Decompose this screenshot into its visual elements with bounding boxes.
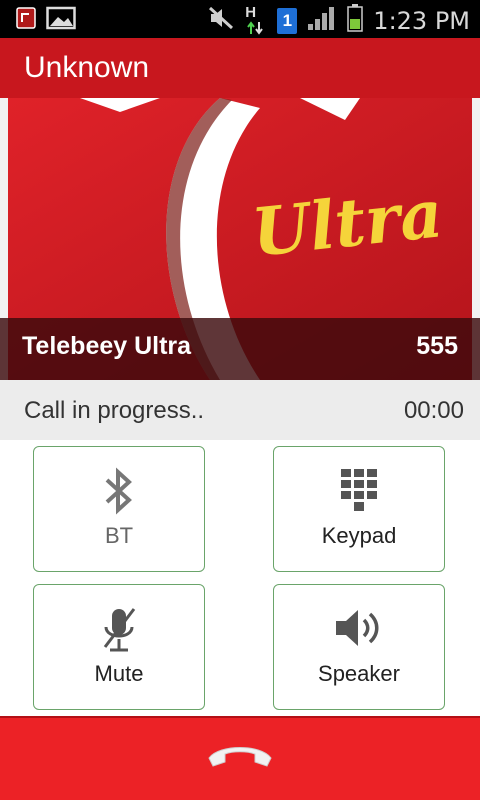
contact-name: Telebeey Ultra [22,332,192,360]
bluetooth-icon [103,467,135,519]
end-call-button[interactable] [0,716,480,800]
signal-icon [307,5,337,36]
call-status-text: Call in progress.. [24,397,205,424]
keypad-label: Keypad [321,523,397,548]
keypad-icon [339,467,379,519]
keypad-button[interactable]: Keypad [273,446,445,572]
picture-icon [46,6,76,35]
speaker-label: Speaker [318,661,400,686]
mute-button[interactable]: Mute [33,584,205,710]
status-bar: H 1 1:23 PM [0,0,480,38]
app-bar: Unknown [0,38,480,98]
contact-number: 555 [416,332,458,360]
caller-title: Unknown [24,51,150,84]
bluetooth-button[interactable]: BT [33,446,205,572]
speaker-button[interactable]: Speaker [273,584,445,710]
microphone-muted-icon [99,605,139,657]
caller-banner: Ultra Telebeey Ultra 555 [0,98,480,380]
mute-label: Mute [94,661,144,686]
speaker-icon [333,605,385,657]
battery-icon [347,4,364,37]
bluetooth-label: BT [104,523,134,548]
contact-info-bar: Telebeey Ultra 555 [0,318,480,380]
status-time: 1:23 PM [373,6,470,35]
sim-1-icon: 1 [277,7,298,34]
data-hplus-icon: H [245,4,267,36]
call-status-row: Call in progress.. 00:00 [0,380,480,440]
app-notification-icon [16,7,36,34]
mute-icon [207,5,235,36]
call-timer: 00:00 [403,397,464,424]
hang-up-icon [205,736,275,781]
